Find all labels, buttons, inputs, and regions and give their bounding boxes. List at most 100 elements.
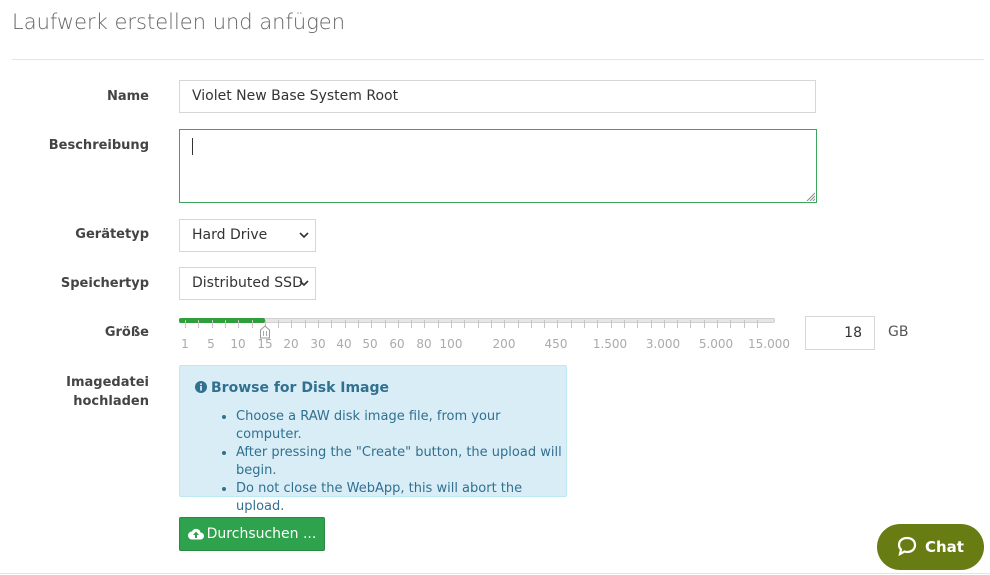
storage-type-select[interactable]: Distributed SSD: [179, 267, 316, 300]
text-caret: [192, 138, 193, 155]
slider-tick-label: 15.000: [748, 337, 790, 351]
image-upload-label: Imagedatei hochladen: [66, 373, 149, 411]
cloud-upload-icon: [187, 528, 204, 540]
description-textarea[interactable]: [179, 129, 817, 203]
slider-tick: [411, 320, 412, 328]
page-title: Laufwerk erstellen und anfügen: [12, 10, 346, 34]
slider-tick: [398, 320, 399, 328]
image-upload-label-line1: Imagedatei: [66, 375, 149, 390]
slider-tick: [291, 320, 292, 328]
slider-tick-label: 1: [181, 337, 189, 351]
slider-tick: [331, 320, 332, 328]
slider-tick: [637, 320, 638, 328]
slider-tick: [491, 320, 492, 328]
size-slider[interactable]: 1 5 10 15 20 30 40 50 60 80 100 200 450 1.500 3.000 5.0…: [179, 315, 790, 355]
slider-tick-label: 50: [362, 337, 378, 351]
slider-tick-label: 30: [310, 337, 326, 351]
slider-tick-label: 450: [544, 337, 568, 351]
chat-bubble-icon: [897, 536, 917, 557]
slider-tick: [757, 320, 758, 328]
info-circle-icon: [195, 381, 207, 393]
image-info-box: Browse for Disk Image Choose a RAW disk …: [179, 365, 567, 514]
slider-tick: [478, 320, 479, 328]
size-input[interactable]: 18: [805, 316, 875, 350]
slider-tick-label: 10: [230, 337, 246, 351]
slider-tick: [730, 320, 731, 328]
slider-tick: [451, 320, 452, 328]
name-input[interactable]: Violet New Base System Root: [179, 80, 816, 113]
size-label: Größe: [104, 325, 149, 340]
slider-tick: [664, 320, 665, 328]
slider-tick: [518, 320, 519, 328]
browse-button-label: Durchsuchen ...: [206, 526, 317, 542]
chat-button[interactable]: Chat: [877, 524, 984, 570]
slider-tick: [717, 320, 718, 328]
slider-tick: [544, 320, 545, 328]
slider-tick: [318, 320, 319, 328]
chevron-down-icon: [299, 232, 309, 239]
info-title-text: Browse for Disk Image: [211, 380, 390, 396]
slider-tick: [690, 320, 691, 328]
slider-tick-label: 5: [207, 337, 215, 351]
description-label: Beschreibung: [48, 138, 149, 153]
slider-tick-label: 20: [283, 337, 299, 351]
slider-tick: [238, 320, 239, 328]
slider-tick: [305, 320, 306, 328]
slider-tick: [185, 320, 186, 328]
slider-tick: [584, 320, 585, 328]
device-type-value: Hard Drive: [192, 227, 268, 243]
image-upload-label-line2: hochladen: [73, 394, 149, 409]
slider-tick: [345, 320, 346, 328]
slider-tick-label: 1.500: [592, 337, 628, 351]
slider-tick: [677, 320, 678, 328]
storage-type-value: Distributed SSD: [192, 275, 303, 291]
info-list: Choose a RAW disk image file, from your …: [202, 408, 566, 516]
slider-tick: [704, 320, 705, 328]
slider-tick: [744, 320, 745, 328]
slider-tick-label: 40: [336, 337, 352, 351]
browse-button[interactable]: Durchsuchen ...: [179, 517, 325, 551]
slider-tick: [557, 320, 558, 328]
slider-tick: [278, 320, 279, 328]
size-unit: GB: [888, 324, 909, 340]
slider-tick-label: 15: [257, 337, 273, 351]
slider-tick: [624, 320, 625, 328]
slider-tick: [504, 320, 505, 328]
slider-tick: [424, 320, 425, 328]
chevron-down-icon: [299, 280, 309, 287]
header-divider: [12, 59, 984, 60]
resize-handle-icon[interactable]: [805, 191, 815, 201]
slider-tick: [531, 320, 532, 328]
info-item: Do not close the WebApp, this will abort…: [236, 480, 566, 516]
name-label: Name: [106, 89, 149, 104]
slider-tick: [212, 320, 213, 328]
slider-tick: [651, 320, 652, 328]
device-type-label: Gerätetyp: [75, 227, 149, 242]
slider-tick: [438, 320, 439, 328]
slider-tick: [252, 320, 253, 328]
slider-tick: [358, 320, 359, 328]
slider-tick: [464, 320, 465, 328]
slider-tick-label: 80: [416, 337, 432, 351]
slider-tick-label: 60: [389, 337, 405, 351]
chat-label: Chat: [925, 538, 964, 556]
slider-tick: [225, 320, 226, 328]
info-title: Browse for Disk Image: [195, 380, 389, 396]
storage-type-label: Speichertyp: [60, 276, 149, 291]
slider-tick-label: 5.000: [698, 337, 734, 351]
info-item: Choose a RAW disk image file, from your …: [236, 408, 566, 444]
slider-tick: [385, 320, 386, 328]
slider-tick: [571, 320, 572, 328]
device-type-select[interactable]: Hard Drive: [179, 219, 316, 252]
slider-track: [179, 318, 775, 323]
info-item: After pressing the "Create" button, the …: [236, 444, 566, 480]
footer-divider: [0, 573, 990, 574]
slider-handle[interactable]: [260, 325, 271, 339]
slider-tick-label: 100: [439, 337, 463, 351]
slider-tick: [198, 320, 199, 328]
slider-tick-label: 3.000: [645, 337, 681, 351]
slider-tick: [371, 320, 372, 328]
slider-tick-label: 200: [492, 337, 516, 351]
slider-tick: [597, 320, 598, 328]
slider-tick: [611, 320, 612, 328]
